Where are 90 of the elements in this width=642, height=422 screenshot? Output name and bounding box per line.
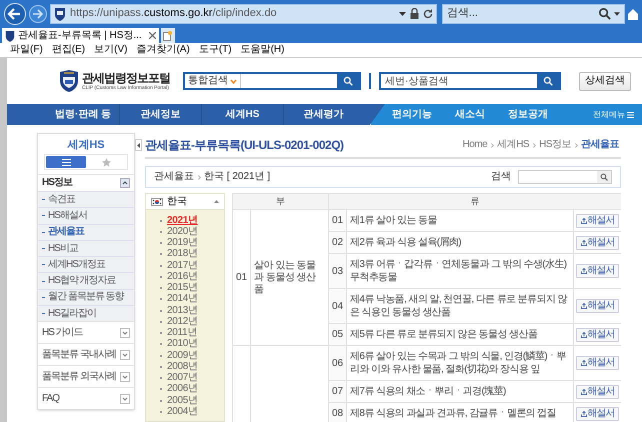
sidebar-item[interactable]: 속견표 bbox=[38, 191, 134, 208]
year-link[interactable]: 2009년 bbox=[167, 350, 198, 361]
year-link[interactable]: 2011년 bbox=[167, 328, 198, 338]
url-text: https://unipass.customs.go.kr/clip/index.do bbox=[70, 6, 277, 22]
table-cell: 01 bbox=[232, 210, 250, 346]
table-cell: 제5류 다른 류로 분류되지 않은 동물성 생산품 bbox=[346, 324, 574, 346]
menu-item[interactable]: 보기(V) bbox=[94, 45, 128, 55]
table-cell: 제3류 어류ㆍ갑각류ㆍ연체동물과 그 밖의 수생(水生) 무척추동물 bbox=[346, 254, 574, 288]
commentary-button[interactable]: 해설서 bbox=[576, 356, 620, 370]
commentary-button[interactable]: 해설서 bbox=[576, 406, 620, 420]
nav-link[interactable]: 법령·판례 등 bbox=[47, 104, 119, 125]
table-cell: 07 bbox=[328, 380, 346, 402]
sidebar-item[interactable]: 월간 품목분류 동향 bbox=[38, 288, 134, 306]
sidebar-title: 세계HS bbox=[66, 138, 106, 153]
nav-link[interactable]: 세계HS bbox=[201, 104, 283, 125]
code-search-field[interactable]: 세번·상품검색 bbox=[379, 72, 561, 90]
sidebar-section[interactable]: 품목분류 국내사례 bbox=[38, 343, 134, 366]
menu-item[interactable]: 도구(T) bbox=[198, 45, 232, 55]
commentary-button[interactable]: 해설서 bbox=[576, 214, 620, 228]
year-link[interactable]: 2004년 bbox=[167, 406, 198, 417]
search-placeholder: 검색... bbox=[446, 6, 479, 22]
nav-link[interactable]: 정보공개 bbox=[499, 107, 557, 122]
breadcrumb-link[interactable]: Home bbox=[462, 140, 488, 150]
table-cell: 04 bbox=[328, 288, 346, 324]
breadcrumb-link[interactable]: 관세율표 bbox=[581, 140, 619, 150]
commentary-button[interactable]: 해설서 bbox=[576, 264, 620, 278]
commentary-button[interactable]: 해설서 bbox=[576, 299, 620, 313]
year-link[interactable]: 2018년 bbox=[167, 249, 198, 260]
column-header: 류 bbox=[328, 194, 621, 210]
detail-search-button[interactable]: 상세검색 bbox=[579, 72, 631, 90]
nav-link[interactable]: 관세평가 bbox=[283, 104, 363, 125]
table-cell: 05 bbox=[328, 324, 346, 346]
sidebar-item[interactable]: HS길라잡이 bbox=[38, 305, 134, 322]
sidebar-section[interactable]: 품목분류 외국사례 bbox=[38, 365, 134, 388]
year-link[interactable]: 2015년 bbox=[167, 283, 198, 294]
tab-title: 관세율표-부류목록 | HS정... bbox=[18, 30, 142, 42]
year-link[interactable]: 2016년 bbox=[167, 272, 198, 282]
search-label: 검색 bbox=[491, 172, 511, 182]
column-header: 부 bbox=[232, 194, 328, 210]
year-link[interactable]: 2008년 bbox=[167, 362, 198, 372]
commentary-button[interactable]: 해설서 bbox=[576, 236, 620, 250]
table-cell: 03 bbox=[328, 254, 346, 288]
table-cell: 제6류 살아 있는 수목과 그 밖의 식물, 인경(鱗莖)ㆍ뿌리와 이와 유사한 물품, 절화(切花)와 장식용 잎 bbox=[346, 346, 574, 380]
browser-tab[interactable]: 관세율표-부류목록 | HS정... bbox=[2, 28, 159, 43]
breadcrumb-link[interactable]: HS정보 bbox=[539, 140, 571, 150]
year-link[interactable]: 2013년 bbox=[167, 306, 198, 316]
table-cell: 제2류 육과 식용 설육(屑肉) bbox=[346, 232, 574, 254]
sidebar-section[interactable]: HS정보 bbox=[38, 174, 134, 191]
path-text: 한국 [ 2021년 ] bbox=[204, 172, 270, 182]
sidebar-section[interactable]: FAQ bbox=[38, 387, 134, 410]
year-link[interactable]: 2021년 bbox=[167, 216, 198, 226]
sidebar-item[interactable]: HS해설서 bbox=[38, 207, 134, 224]
table-cell: 06 bbox=[328, 346, 346, 380]
page-title: 관세율표-부류목록(UI-ULS-0201-002Q) bbox=[145, 137, 344, 154]
sidebar-item[interactable]: HS협약 개정자료 bbox=[38, 272, 134, 289]
menu-item[interactable]: 즐겨찾기(A) bbox=[136, 45, 190, 55]
menu-item[interactable]: 도움말(H) bbox=[240, 45, 284, 55]
menu-item[interactable]: 편집(E) bbox=[52, 45, 86, 55]
year-link[interactable]: 2017년 bbox=[167, 260, 198, 271]
nav-link[interactable]: 관세정보 bbox=[119, 104, 201, 125]
country-header[interactable]: 한국 bbox=[146, 194, 224, 210]
commentary-button[interactable]: 해설서 bbox=[576, 328, 620, 342]
table-cell: 제1류 살아 있는 동물 bbox=[346, 210, 574, 232]
year-link[interactable]: 2019년 bbox=[167, 238, 198, 248]
table-cell: 01 bbox=[328, 210, 346, 232]
logo-title: 관세법령정보포털 bbox=[82, 70, 170, 84]
nav-link[interactable]: 새소식 bbox=[441, 107, 499, 122]
all-menu-link[interactable]: 전체메뉴 bbox=[593, 108, 634, 120]
nav-link[interactable]: 편의기능 bbox=[383, 107, 441, 122]
year-link[interactable]: 2012년 bbox=[167, 316, 198, 327]
year-link[interactable]: 2010년 bbox=[167, 339, 198, 350]
year-link[interactable]: 2014년 bbox=[167, 294, 198, 304]
table-cell: 02 bbox=[328, 232, 346, 254]
year-link[interactable]: 2006년 bbox=[167, 384, 198, 394]
browser-search-field[interactable]: 검색... bbox=[442, 4, 625, 24]
sidebar-section[interactable]: HS 가이드 bbox=[38, 321, 134, 344]
path-text: 관세율표 bbox=[154, 172, 194, 182]
table-cell: 제4류 낙농품, 새의 알, 천연꿀, 다른 류로 분류되지 않은 식용인 동물성 생산품 bbox=[346, 288, 574, 324]
breadcrumb-link[interactable]: 세계HS bbox=[497, 140, 530, 150]
table-cell: 제7류 식용의 채소ㆍ뿌리ㆍ괴경(塊莖) bbox=[346, 380, 574, 402]
year-link[interactable]: 2005년 bbox=[167, 396, 198, 406]
sidebar-item[interactable]: 세계HS개정표 bbox=[38, 256, 134, 272]
search-input[interactable]: 세번·상품검색 bbox=[381, 74, 537, 88]
address-bar[interactable]: https://unipass.customs.go.kr/clip/index.do bbox=[50, 4, 437, 24]
menu-item[interactable]: 파일(F) bbox=[10, 45, 43, 55]
year-link[interactable]: 2020년 bbox=[167, 226, 198, 237]
year-link[interactable]: 2007년 bbox=[167, 373, 198, 384]
sidebar-item[interactable]: 관세율표 bbox=[38, 224, 134, 240]
sidebar-item[interactable]: HS비교 bbox=[38, 240, 134, 256]
commentary-button[interactable]: 해설서 bbox=[576, 384, 620, 398]
